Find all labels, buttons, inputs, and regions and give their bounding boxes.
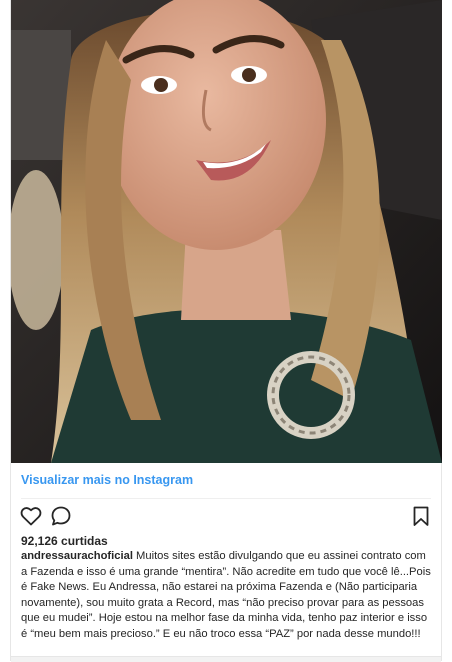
- view-on-instagram-link[interactable]: Visualizar mais no Instagram: [21, 473, 193, 487]
- speech-bubble-icon[interactable]: [49, 504, 73, 528]
- likes-count: 92,126 curtidas: [21, 534, 108, 548]
- selfie-illustration: [11, 0, 442, 463]
- post-actions: [19, 504, 433, 530]
- heart-outline-icon[interactable]: [19, 504, 43, 528]
- post-photo[interactable]: [11, 0, 442, 463]
- caption-text: Muitos sites estão divulgando que eu ass…: [21, 550, 431, 640]
- divider: [21, 498, 431, 499]
- card-bottom-edge: [11, 656, 441, 662]
- post-caption: andressaurachoficial Muitos sites estão …: [21, 549, 431, 643]
- instagram-post-card: Visualizar mais no Instagram 92,126 curt…: [10, 0, 442, 662]
- caption-username[interactable]: andressaurachoficial: [21, 550, 133, 562]
- bookmark-icon[interactable]: [409, 504, 433, 528]
